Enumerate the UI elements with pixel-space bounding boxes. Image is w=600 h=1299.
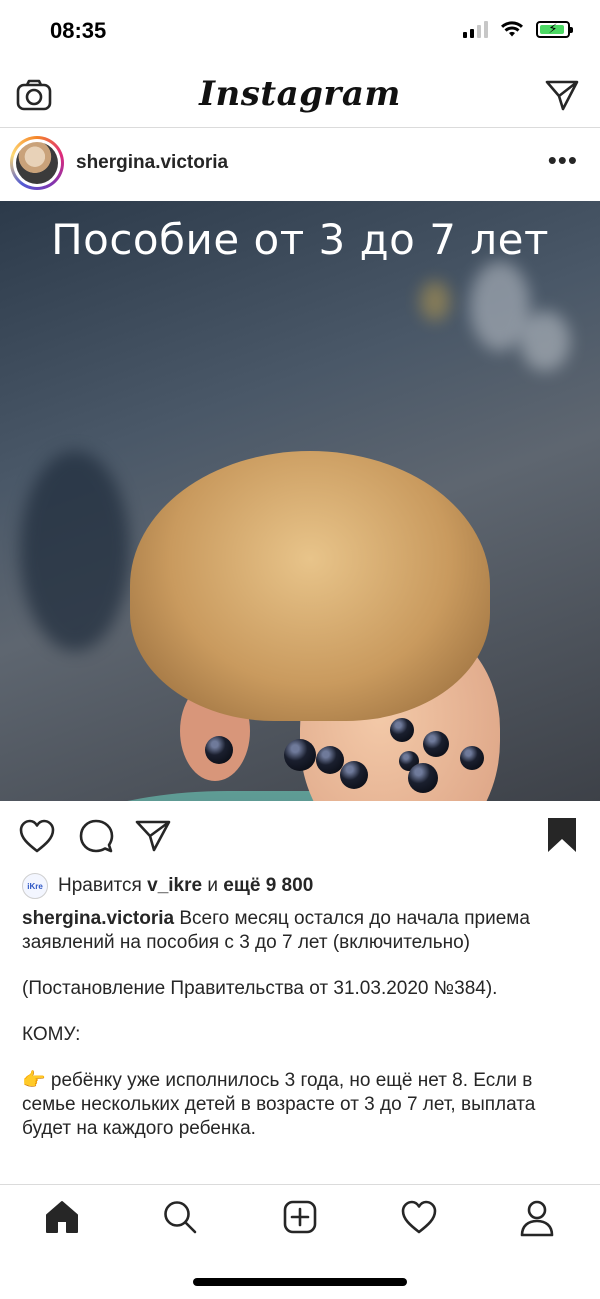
profile-icon[interactable] bbox=[519, 1199, 555, 1237]
likes-summary[interactable]: iKre Нравится v_ikre и ещё 9 800 bbox=[22, 872, 313, 900]
liker-avatar: iKre bbox=[22, 873, 48, 899]
instagram-logo: Instagram bbox=[199, 74, 401, 114]
caption-viewport: shergina.victoria Всего месяц остался до… bbox=[0, 900, 600, 1184]
cellular-signal-icon bbox=[463, 20, 488, 38]
comment-icon[interactable] bbox=[78, 818, 114, 854]
app-header: Instagram bbox=[0, 64, 600, 128]
home-indicator[interactable] bbox=[193, 1278, 407, 1286]
author-username[interactable]: shergina.victoria bbox=[76, 152, 228, 174]
caption-paragraph-2: (Постановление Правительства от 31.03.20… bbox=[22, 978, 498, 999]
caption-paragraph-4: 👉 ребёнку уже исполнилось 3 года, но ещё… bbox=[22, 1070, 536, 1139]
status-bar: 08:35 ⚡ bbox=[0, 0, 600, 64]
image-overlay-title: Пособие от 3 до 7 лет bbox=[51, 215, 549, 264]
wifi-icon bbox=[501, 21, 523, 37]
new-post-icon[interactable] bbox=[282, 1199, 318, 1235]
like-heart-icon[interactable] bbox=[18, 818, 56, 854]
likes-connector: и bbox=[207, 875, 218, 896]
home-icon[interactable] bbox=[44, 1199, 80, 1235]
save-bookmark-icon[interactable] bbox=[546, 816, 578, 854]
search-icon[interactable] bbox=[162, 1199, 198, 1235]
more-options-icon[interactable]: ••• bbox=[548, 147, 578, 173]
post-actions bbox=[0, 802, 600, 868]
liker-username[interactable]: v_ikre bbox=[147, 875, 202, 897]
caption-paragraph-3: КОМУ: bbox=[22, 1024, 81, 1045]
likes-prefix: Нравится bbox=[58, 875, 142, 896]
status-icons: ⚡ bbox=[463, 20, 573, 38]
share-icon[interactable] bbox=[134, 818, 172, 854]
author-avatar[interactable] bbox=[10, 136, 64, 190]
post-image[interactable]: Пособие от 3 до 7 лет bbox=[0, 201, 600, 801]
post-caption: shergina.victoria Всего месяц остался до… bbox=[22, 907, 582, 1141]
charging-bolt-icon: ⚡ bbox=[548, 20, 558, 36]
caption-username[interactable]: shergina.victoria bbox=[22, 908, 174, 929]
battery-icon: ⚡ bbox=[536, 20, 573, 38]
activity-icon[interactable] bbox=[400, 1199, 438, 1235]
post-header: shergina.victoria ••• bbox=[0, 128, 600, 200]
likes-count[interactable]: ещё 9 800 bbox=[223, 875, 313, 897]
direct-message-icon[interactable] bbox=[544, 78, 580, 112]
status-time: 08:35 bbox=[50, 18, 107, 43]
